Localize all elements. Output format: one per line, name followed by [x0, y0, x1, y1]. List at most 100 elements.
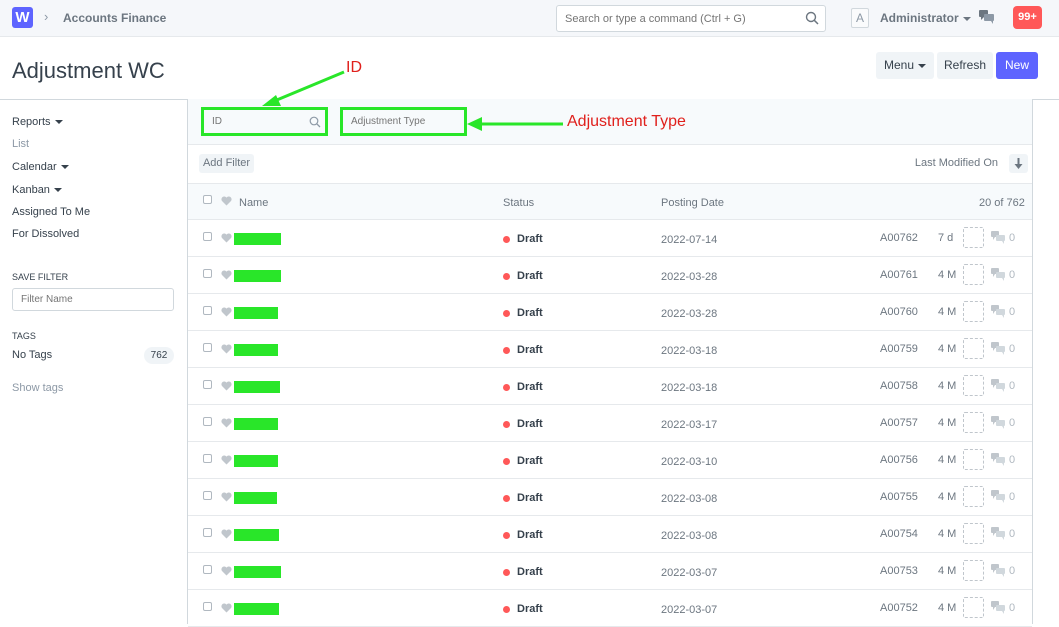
assign-avatar-placeholder[interactable]	[963, 338, 984, 359]
redacted-name[interactable]	[234, 233, 281, 245]
row-checkbox[interactable]	[203, 491, 212, 500]
row-checkbox[interactable]	[203, 528, 212, 537]
modified-age: 4 M	[938, 454, 957, 466]
sidebar-item-assigned-to-me[interactable]: Assigned To Me	[12, 206, 90, 218]
assign-avatar-placeholder[interactable]	[963, 301, 984, 322]
filter-name-input[interactable]	[13, 289, 163, 310]
menu-button-label: Menu	[883, 58, 915, 72]
assign-avatar-placeholder[interactable]	[963, 412, 984, 433]
search-input[interactable]	[557, 6, 797, 31]
list-row[interactable]: Draft 2022-03-10 A00756 4 M 0	[188, 442, 1032, 479]
heart-icon[interactable]	[221, 307, 232, 317]
awesomebar[interactable]	[556, 5, 826, 32]
row-checkbox[interactable]	[203, 380, 212, 389]
assign-avatar-placeholder[interactable]	[963, 264, 984, 285]
sidebar-item-label: Kanban	[12, 184, 50, 196]
redacted-name[interactable]	[234, 270, 281, 282]
list-row[interactable]: Draft 2022-03-28 A00760 4 M 0	[188, 294, 1032, 331]
notification-badge[interactable]: 99+	[1013, 6, 1042, 29]
list-row[interactable]: Draft 2022-03-08 A00755 4 M 0	[188, 479, 1032, 516]
avatar[interactable]: A	[851, 8, 869, 28]
assign-avatar-placeholder[interactable]	[963, 597, 984, 618]
row-checkbox[interactable]	[203, 269, 212, 278]
row-checkbox[interactable]	[203, 565, 212, 574]
sidebar-item-reports[interactable]: Reports	[12, 116, 63, 128]
document-id: A00760	[880, 306, 918, 318]
document-id: A00762	[880, 232, 918, 244]
select-all-checkbox[interactable]	[203, 195, 212, 204]
redacted-name[interactable]	[234, 344, 278, 356]
row-checkbox[interactable]	[203, 602, 212, 611]
sort-order-button[interactable]	[1009, 154, 1028, 173]
heart-icon[interactable]	[221, 344, 232, 354]
user-menu[interactable]: Administrator	[880, 11, 971, 25]
modified-age: 4 M	[938, 528, 957, 540]
row-checkbox[interactable]	[203, 232, 212, 241]
document-id: A00754	[880, 528, 918, 540]
add-filter-button[interactable]: Add Filter	[199, 154, 254, 173]
redacted-name[interactable]	[234, 381, 280, 393]
list-row[interactable]: Draft 2022-03-07 A00752 4 M 0	[188, 590, 1032, 627]
heart-icon[interactable]	[221, 455, 232, 465]
row-checkbox[interactable]	[203, 417, 212, 426]
adjustment-type-filter-field[interactable]	[340, 107, 467, 136]
adjustment-type-filter-input[interactable]	[343, 110, 461, 133]
chat-icon[interactable]	[979, 10, 995, 24]
show-tags-link[interactable]: Show tags	[12, 382, 63, 394]
assign-avatar-placeholder[interactable]	[963, 227, 984, 248]
heart-icon[interactable]	[221, 529, 232, 539]
heart-icon[interactable]	[221, 233, 232, 243]
sidebar-item-calendar[interactable]: Calendar	[12, 161, 69, 173]
list-row[interactable]: Draft 2022-03-28 A00761 4 M 0	[188, 257, 1032, 294]
row-checkbox[interactable]	[203, 454, 212, 463]
app-logo[interactable]: W	[12, 7, 33, 28]
assign-avatar-placeholder[interactable]	[963, 375, 984, 396]
caret-down-icon	[54, 120, 63, 125]
list-row[interactable]: Draft 2022-03-18 A00759 4 M 0	[188, 331, 1032, 368]
sort-selector[interactable]: Last Modified On	[915, 157, 998, 169]
id-filter-field[interactable]	[201, 107, 328, 136]
heart-icon[interactable]	[221, 418, 232, 428]
row-checkbox[interactable]	[203, 343, 212, 352]
heart-icon[interactable]	[221, 381, 232, 391]
redacted-name[interactable]	[234, 455, 278, 467]
list-row[interactable]: Draft 2022-03-17 A00757 4 M 0	[188, 405, 1032, 442]
refresh-button[interactable]: Refresh	[937, 52, 993, 79]
list-row[interactable]: Draft 2022-03-08 A00754 4 M 0	[188, 516, 1032, 553]
redacted-name[interactable]	[234, 603, 279, 615]
heart-icon[interactable]	[221, 196, 232, 206]
document-id: A00752	[880, 602, 918, 614]
list-row[interactable]: Draft 2022-03-07 A00753 4 M 0	[188, 553, 1032, 590]
filter-name-field[interactable]	[12, 288, 174, 311]
redacted-name[interactable]	[234, 418, 278, 430]
id-filter-input[interactable]	[204, 110, 304, 133]
sidebar-item-for-dissolved[interactable]: For Dissolved	[12, 228, 79, 240]
sidebar-item-label: Reports	[12, 116, 51, 128]
modified-age: 4 M	[938, 602, 957, 614]
assign-avatar-placeholder[interactable]	[963, 486, 984, 507]
status-dot	[503, 495, 510, 502]
heart-icon[interactable]	[221, 603, 232, 613]
caret-down-icon	[962, 16, 971, 21]
list-row[interactable]: Draft 2022-03-18 A00758 4 M 0	[188, 368, 1032, 405]
heart-icon[interactable]	[221, 492, 232, 502]
redacted-name[interactable]	[234, 307, 278, 319]
breadcrumb[interactable]: Accounts Finance	[63, 11, 166, 25]
comment-count: 0	[1009, 528, 1016, 540]
list-row[interactable]: Draft 2022-07-14 A00762 7 d 0	[188, 220, 1032, 257]
menu-button[interactable]: Menu	[876, 52, 934, 79]
new-button[interactable]: New	[996, 52, 1038, 79]
assign-avatar-placeholder[interactable]	[963, 560, 984, 581]
redacted-name[interactable]	[234, 529, 279, 541]
row-checkbox[interactable]	[203, 306, 212, 315]
heart-icon[interactable]	[221, 566, 232, 576]
heart-icon[interactable]	[221, 270, 232, 280]
sidebar-item-list[interactable]: List	[12, 138, 29, 150]
assign-avatar-placeholder[interactable]	[963, 523, 984, 544]
comment-icon	[991, 416, 1005, 429]
sidebar-item-kanban[interactable]: Kanban	[12, 184, 62, 196]
assign-avatar-placeholder[interactable]	[963, 449, 984, 470]
redacted-name[interactable]	[234, 566, 281, 578]
sidebar-item-no-tags[interactable]: No Tags	[12, 349, 52, 361]
redacted-name[interactable]	[234, 492, 277, 504]
